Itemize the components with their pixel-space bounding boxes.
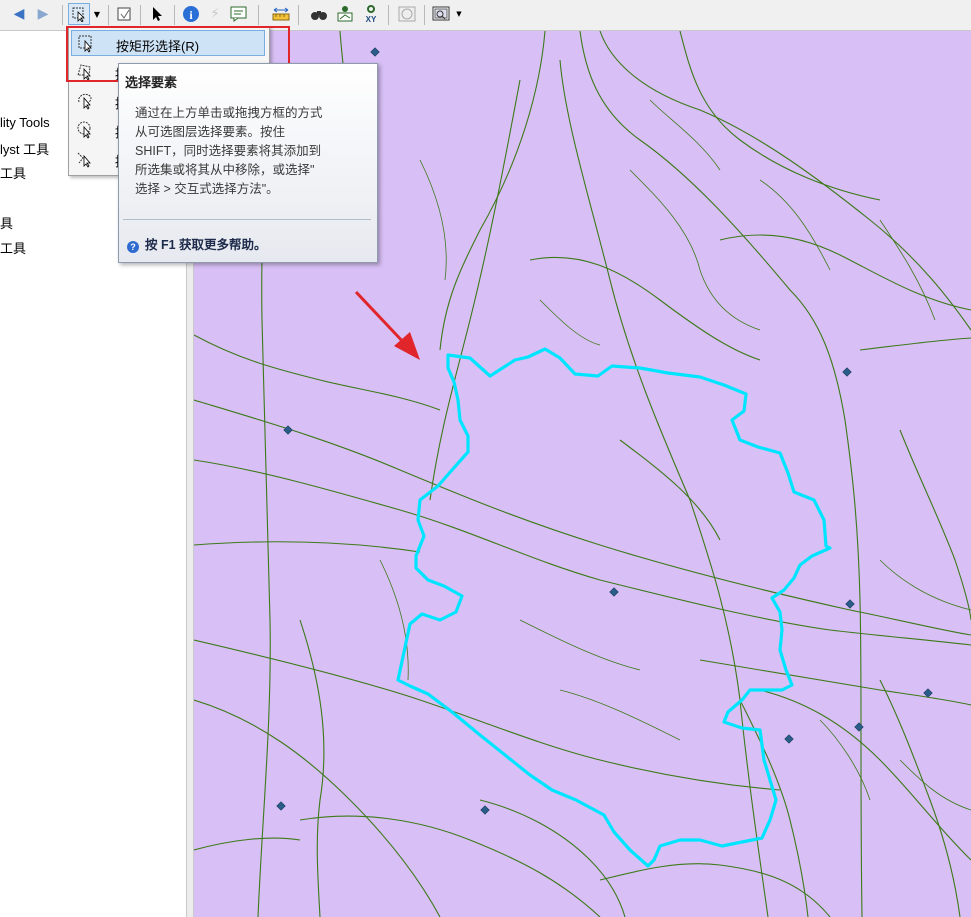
point-feature	[784, 734, 794, 744]
point-feature	[854, 722, 864, 732]
point-feature	[845, 599, 855, 609]
toolbox-item[interactable]: lity Tools	[0, 115, 50, 130]
help-icon: ?	[127, 241, 139, 253]
clear-selection-icon[interactable]	[113, 3, 135, 25]
point-feature	[276, 801, 286, 811]
tooltip-help: ? 按 F1 获取更多帮助。	[127, 234, 267, 253]
select-by-line-icon	[77, 152, 91, 168]
dropdown-icon[interactable]: ▼	[91, 3, 103, 25]
tooltip-title: 选择要素	[125, 75, 178, 90]
tooltip-help-text: 按 F1 获取更多帮助。	[145, 238, 267, 252]
html-popup-icon[interactable]	[228, 3, 250, 25]
measure-icon[interactable]	[270, 3, 292, 25]
tooltip-divider	[123, 219, 371, 220]
toolbox-item[interactable]: 工具	[0, 238, 26, 257]
select-by-circle-icon	[77, 121, 91, 139]
toolbar-separator	[140, 5, 141, 25]
point-feature	[609, 587, 619, 597]
toolbar-separator	[424, 5, 425, 25]
find-route-icon[interactable]	[334, 3, 356, 25]
create-viewer-icon[interactable]	[430, 3, 452, 25]
select-features-icon[interactable]	[68, 3, 90, 25]
select-by-lasso-icon	[78, 93, 92, 110]
tooltip-body: 通过在上方单击或拖拽方框的方式 从可选图层选择要素。按住 SHIFT，同时选择要…	[135, 106, 323, 196]
time-slider-icon[interactable]	[396, 3, 418, 25]
toolbar-separator	[388, 5, 389, 25]
toolbar-separator	[174, 5, 175, 25]
red-arrow-annotation	[354, 290, 420, 360]
go-to-xy-icon[interactable]: XY	[360, 3, 382, 25]
tooltip: 选择要素 通过在上方单击或拖拽方框的方式 从可选图层选择要素。按住 SHIFT，…	[118, 63, 378, 263]
identify-icon[interactable]: i	[180, 3, 202, 25]
toolbar-separator	[298, 5, 299, 25]
point-feature	[923, 688, 933, 698]
forward-arrow-icon[interactable]: ▶	[32, 3, 54, 25]
svg-text:XY: XY	[366, 15, 377, 23]
back-arrow-icon[interactable]: ◀	[8, 3, 30, 25]
point-feature	[370, 47, 380, 57]
point-feature	[842, 367, 852, 377]
hyperlink-icon[interactable]: ⚡	[204, 3, 226, 25]
point-feature	[283, 425, 293, 435]
toolbox-item[interactable]: 工具	[0, 163, 26, 182]
select-elements-icon[interactable]	[146, 3, 168, 25]
toolbar-options-icon[interactable]: ▼	[454, 3, 464, 25]
toolbar-separator	[62, 5, 63, 25]
toolbox-item[interactable]: 具	[0, 213, 13, 232]
toolbar-separator	[258, 5, 259, 25]
find-icon[interactable]	[308, 3, 330, 25]
toolbar-separator	[108, 5, 109, 25]
toolbox-item[interactable]: lyst 工具	[0, 139, 49, 158]
point-feature	[480, 805, 490, 815]
